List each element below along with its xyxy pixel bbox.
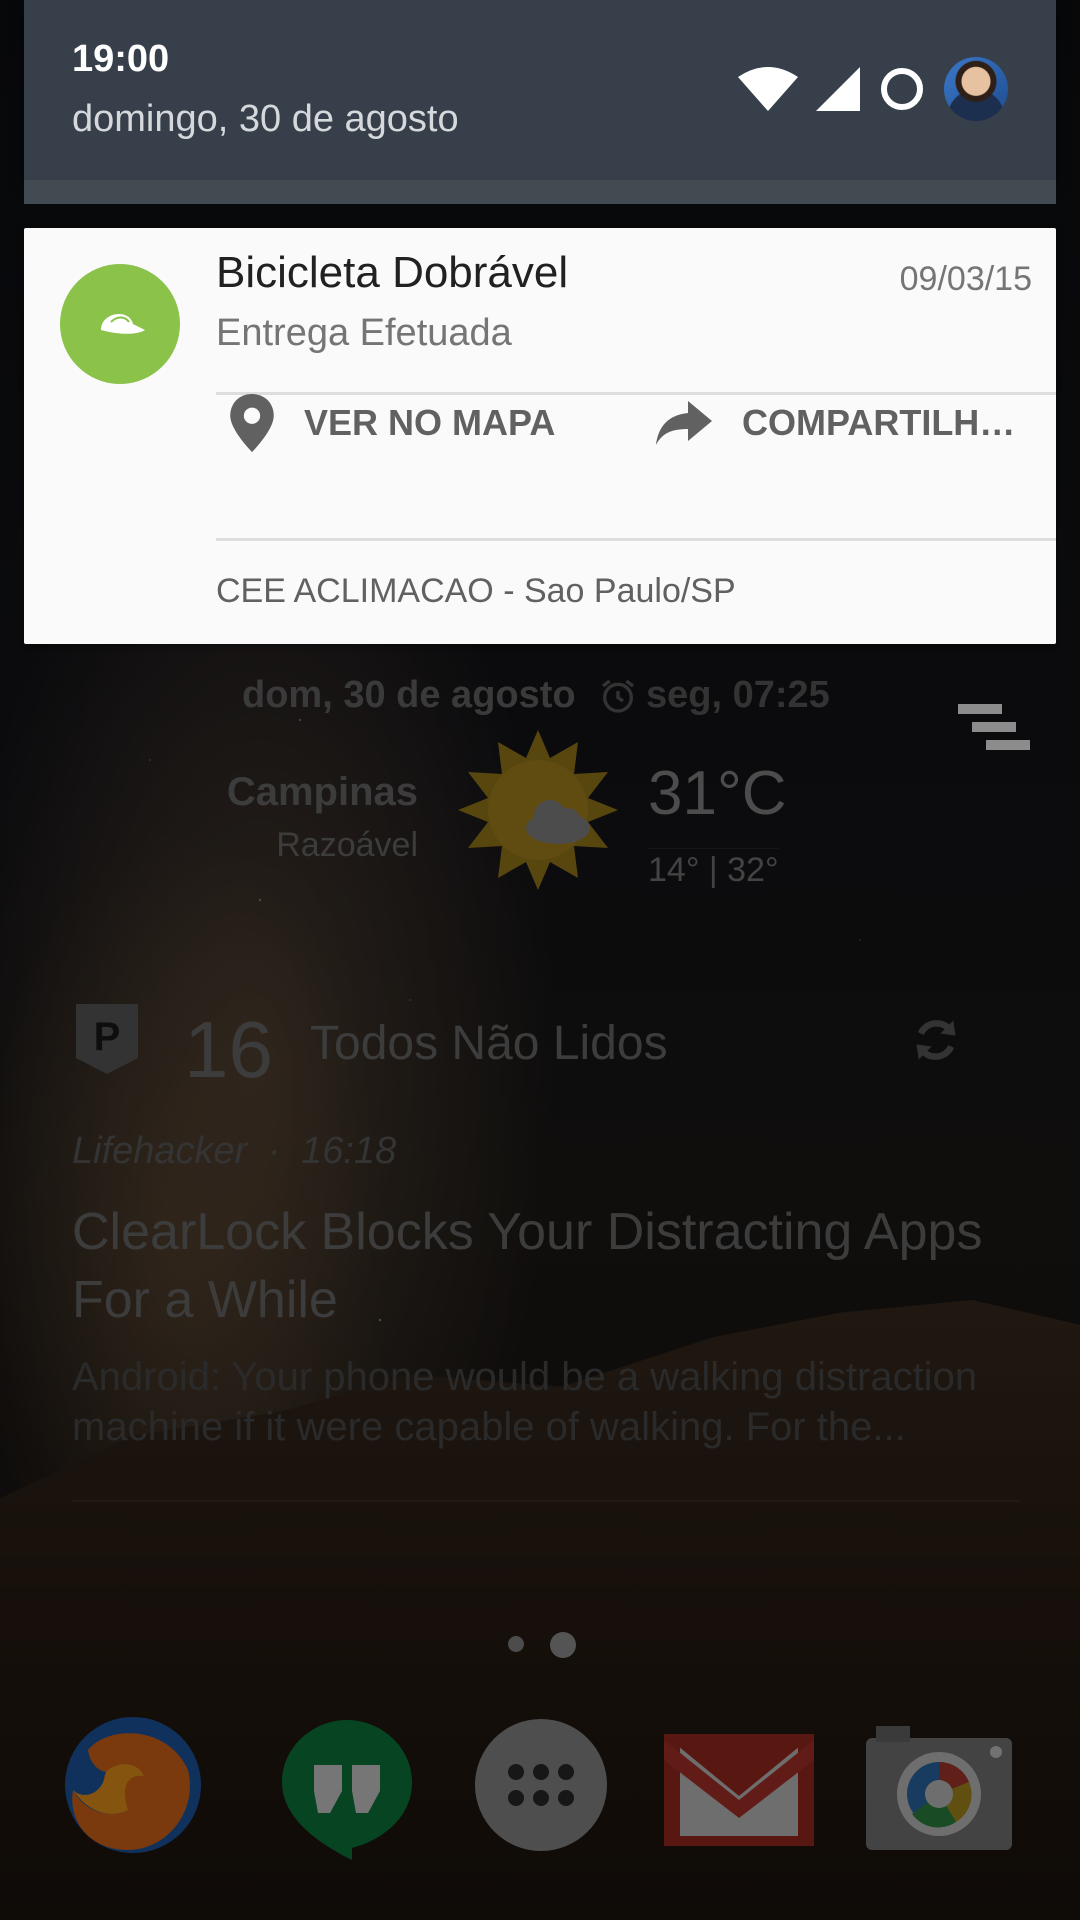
notification-card[interactable]: Bicicleta Dobrável 09/03/15 Entrega Efet… bbox=[24, 228, 1056, 644]
notification-divider-bottom bbox=[216, 538, 1056, 541]
share-label: COMPARTILH… bbox=[742, 402, 1016, 443]
cap-icon bbox=[101, 313, 145, 334]
cell-signal-icon bbox=[816, 67, 860, 111]
view-on-map-label: VER NO MAPA bbox=[304, 402, 556, 443]
share-arrow-icon bbox=[656, 401, 712, 445]
notification-location: CEE ACLIMACAO - Sao Paulo/SP bbox=[216, 572, 736, 610]
notification-app-icon bbox=[60, 264, 180, 384]
notification-time: 09/03/15 bbox=[899, 260, 1032, 298]
notification-peek-edge bbox=[24, 180, 1056, 204]
status-time: 19:00 bbox=[72, 38, 170, 80]
status-date[interactable]: domingo, 30 de agosto bbox=[72, 98, 459, 141]
view-on-map-button[interactable]: VER NO MAPA bbox=[230, 378, 555, 468]
notification-title: Bicicleta Dobrável bbox=[216, 248, 569, 297]
location-pin-icon bbox=[230, 394, 274, 452]
wifi-icon bbox=[738, 67, 798, 111]
share-button[interactable]: COMPARTILH… bbox=[656, 378, 1015, 468]
avatar[interactable] bbox=[944, 57, 1008, 121]
notification-shade-header[interactable]: 19:00 domingo, 30 de agosto bbox=[24, 0, 1056, 180]
status-icons bbox=[738, 57, 1008, 121]
alarm-ring-icon bbox=[881, 68, 923, 110]
notification-subtitle: Entrega Efetuada bbox=[216, 312, 512, 354]
